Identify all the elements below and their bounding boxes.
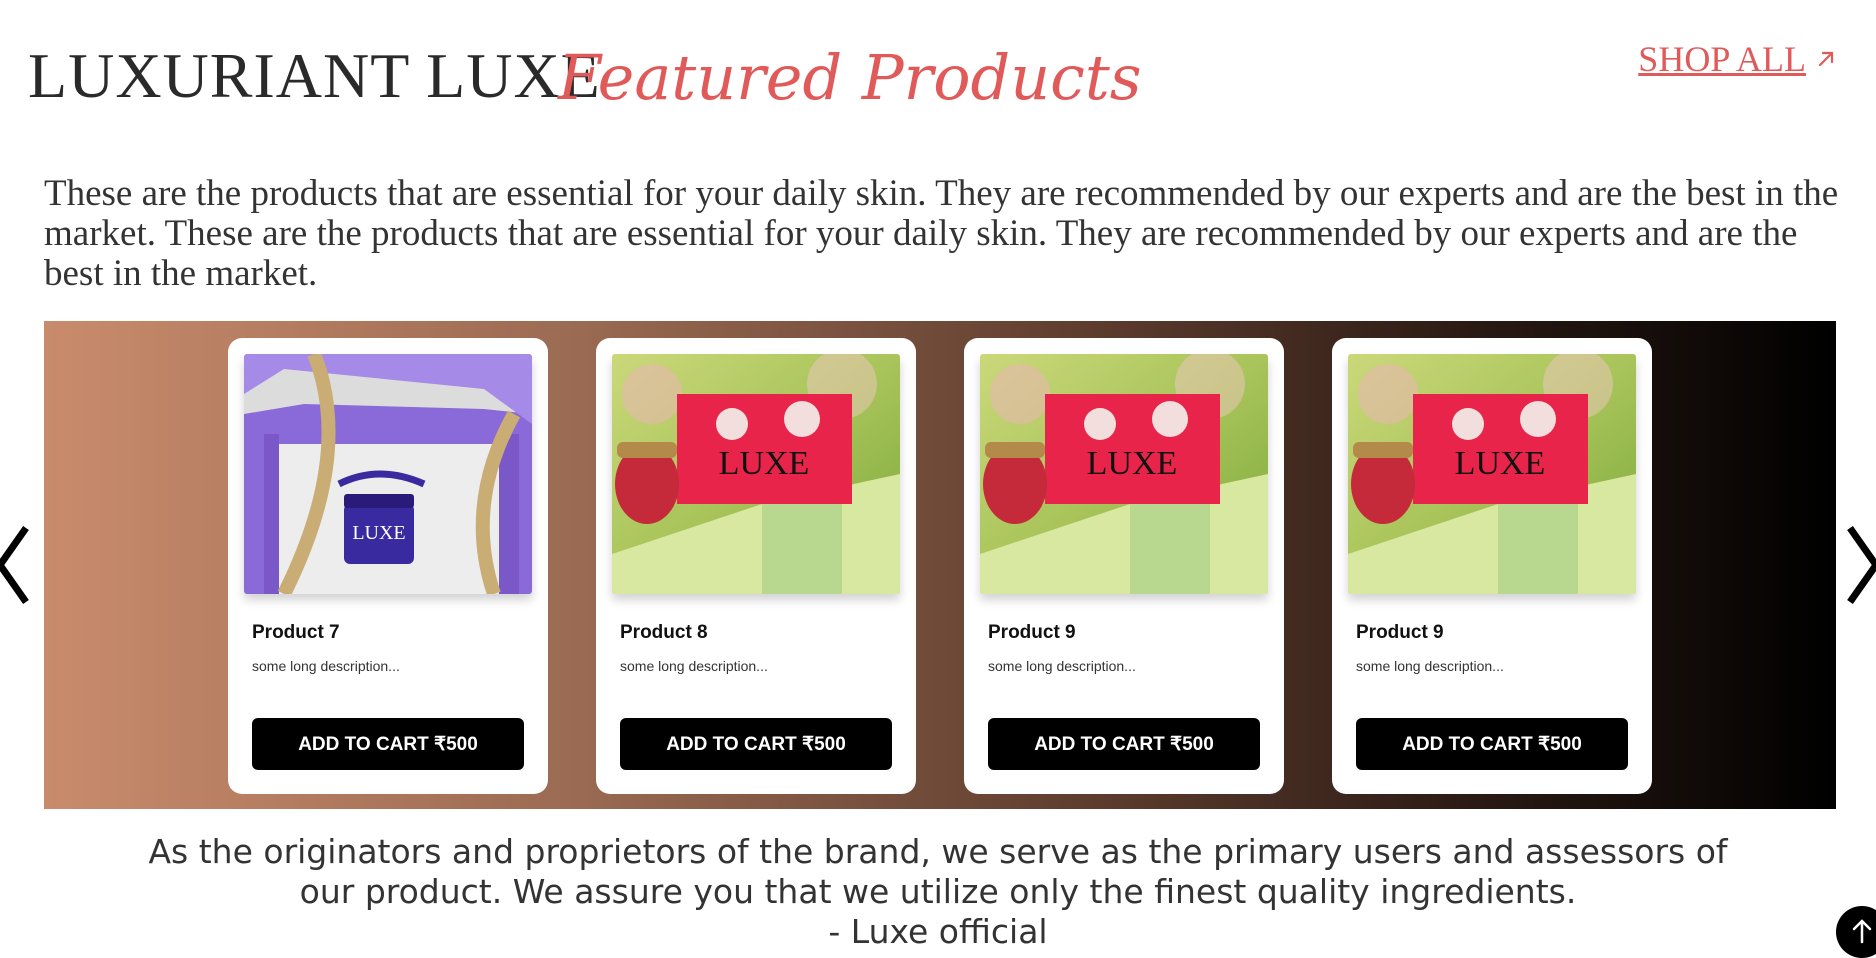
- carousel-next-button[interactable]: [1842, 520, 1876, 610]
- product-name: Product 9: [1356, 622, 1444, 643]
- product-name: Product 9: [988, 622, 1076, 643]
- product-carousel: LUXE Product 7 some long description... …: [44, 321, 1836, 809]
- quote-line-1: As the originators and proprietors of th…: [148, 832, 1728, 871]
- product-name: Product 8: [620, 622, 708, 643]
- product-description: some long description...: [252, 658, 400, 674]
- add-to-cart-button[interactable]: ADD TO CART ₹500: [988, 718, 1260, 770]
- product-card: LUXE Product 7 some long description... …: [228, 338, 548, 794]
- product-card: LUXE Product 9 some long description... …: [964, 338, 1284, 794]
- add-to-cart-button[interactable]: ADD TO CART ₹500: [1356, 718, 1628, 770]
- brand-quote: As the originators and proprietors of th…: [0, 832, 1876, 952]
- add-to-cart-button[interactable]: ADD TO CART ₹500: [252, 718, 524, 770]
- chevron-left-icon: [0, 525, 29, 605]
- shop-all-link[interactable]: SHOP ALL: [1638, 38, 1836, 80]
- quote-line-2: our product. We assure you that we utili…: [299, 872, 1577, 911]
- product-image: LUXE: [612, 354, 900, 594]
- intro-paragraph: These are the products that are essentia…: [44, 173, 1839, 294]
- product-card: LUXE Product 9 some long description... …: [1332, 338, 1652, 794]
- carousel-prev-button[interactable]: [0, 520, 34, 610]
- product-image: LUXE: [980, 354, 1268, 594]
- section-title: Featured Products: [558, 41, 1142, 114]
- product-name: Product 7: [252, 622, 340, 643]
- section-header: LUXURIANT LUXE Featured Products SHOP AL…: [0, 0, 1876, 130]
- chevron-right-icon: [1847, 525, 1876, 605]
- product-image: LUXE: [1348, 354, 1636, 594]
- brand-title: LUXURIANT LUXE: [28, 40, 601, 111]
- product-card: LUXE Product 8 some long description... …: [596, 338, 916, 794]
- svg-text:LUXE: LUXE: [1087, 445, 1178, 482]
- product-description: some long description...: [620, 658, 768, 674]
- product-description: some long description...: [988, 658, 1136, 674]
- product-image: LUXE: [244, 354, 532, 594]
- arrow-up-right-icon: [1818, 51, 1834, 67]
- svg-text:LUXE: LUXE: [719, 445, 810, 482]
- svg-text:LUXE: LUXE: [352, 522, 405, 544]
- product-description: some long description...: [1356, 658, 1504, 674]
- add-to-cart-button[interactable]: ADD TO CART ₹500: [620, 718, 892, 770]
- shop-all-label: SHOP ALL: [1638, 39, 1806, 79]
- arrow-up-icon: [1852, 919, 1872, 944]
- quote-signature: - Luxe official: [828, 912, 1048, 951]
- svg-text:LUXE: LUXE: [1455, 445, 1546, 482]
